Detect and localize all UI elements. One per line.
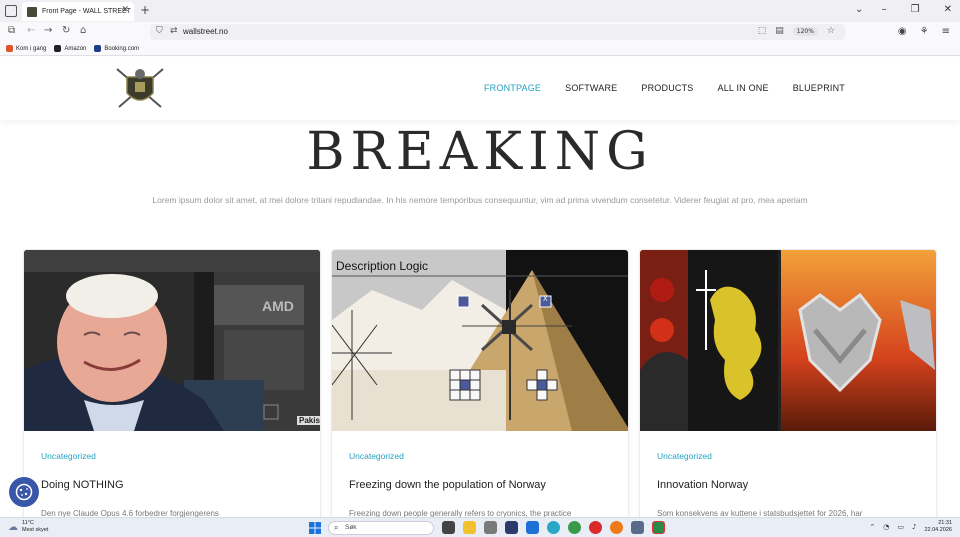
task-view-icon[interactable] <box>442 521 455 534</box>
post-image[interactable]: Description Logic X <box>332 250 628 431</box>
post-title[interactable]: Freezing down the population of Norway <box>349 479 546 491</box>
weather-widget[interactable]: ☁ 11°C Mest skyet <box>8 520 48 534</box>
cloud-icon: ☁ <box>8 521 18 533</box>
reader-view-icon[interactable]: ▤ <box>775 26 784 36</box>
clock[interactable]: 21:31 22.04.2026 <box>924 520 952 534</box>
minimize-icon[interactable]: – <box>882 4 887 15</box>
menu-icon[interactable]: ≡ <box>942 26 950 37</box>
shield-icon[interactable]: ⛉ <box>156 26 163 36</box>
url-text[interactable]: wallstreet.no <box>183 27 228 36</box>
weather-temp: 11°C <box>22 520 34 526</box>
edge-icon[interactable] <box>547 521 560 534</box>
bookmark-label: Kom i gang <box>16 45 47 52</box>
menu-item-blueprint[interactable]: BLUEPRINT <box>793 83 845 93</box>
cookie-settings-button[interactable] <box>9 477 39 507</box>
battery-icon[interactable]: ▭ <box>897 523 904 531</box>
browser-tab-bar: Front Page - WALL STREET ✕ + ⌄ – ❐ ✕ <box>0 0 960 22</box>
app-b-icon[interactable] <box>505 521 518 534</box>
zoom-level-badge[interactable]: 120% <box>792 26 818 36</box>
image-caption: Pakis <box>297 416 320 425</box>
dropbox-icon[interactable] <box>526 521 539 534</box>
opera-icon[interactable] <box>589 521 602 534</box>
maximize-icon[interactable]: ❐ <box>911 4 920 15</box>
home-icon[interactable]: ⌂ <box>80 25 86 36</box>
clock-date: 22.04.2026 <box>924 527 952 533</box>
menu-item-all-in-one[interactable]: ALL IN ONE <box>718 83 769 93</box>
bookmark-item[interactable]: Amazon <box>54 45 86 52</box>
hero-subtitle: Lorem ipsum dolor sit amet, at mei dolor… <box>152 195 808 205</box>
close-window-icon[interactable]: ✕ <box>944 4 952 15</box>
window-controls: – ❐ ✕ <box>882 4 952 15</box>
app-icon[interactable] <box>484 521 497 534</box>
browser-nav-bar: ⧉ ← → ↻ ⌂ ⛉ ⇄ wallstreet.no ⬚ ▤ 120% ☆ ◉… <box>0 22 960 42</box>
post-image[interactable] <box>640 250 936 431</box>
new-tab-icon[interactable]: + <box>140 3 150 17</box>
image-caption: AMD <box>262 298 294 314</box>
os-taskbar: ☁ 11°C Mest skyet ⌕ Søk ⌃ ◔ ▭ ♪ 21:31 22… <box>0 517 960 537</box>
system-tray: ⌃ ◔ ▭ ♪ 21:31 22.04.2026 <box>869 520 952 534</box>
post-title[interactable]: Innovation Norway <box>657 479 748 491</box>
firefox-icon[interactable] <box>610 521 623 534</box>
screenshot-icon[interactable]: ⬚ <box>758 26 767 36</box>
back-icon[interactable]: ← <box>27 25 35 36</box>
wifi-icon[interactable]: ◔ <box>883 523 889 531</box>
site-favicon-icon <box>27 6 37 17</box>
volume-icon[interactable]: ♪ <box>912 523 916 531</box>
post-card[interactable]: Description Logic X Uncategorized Freezi… <box>331 249 629 524</box>
tab-title: Front Page - WALL STREET <box>42 8 131 15</box>
menu-item-products[interactable]: PRODUCTS <box>641 83 693 93</box>
extensions-icon[interactable]: ⚘ <box>920 26 929 37</box>
bookmark-star-icon[interactable]: ☆ <box>827 26 835 36</box>
post-card[interactable]: Uncategorized Innovation Norway Som kons… <box>639 249 937 524</box>
menu-item-software[interactable]: SOFTWARE <box>565 83 617 93</box>
hero-title: BREAKING <box>306 122 654 182</box>
image-caption: Description Logic <box>336 259 429 273</box>
file-explorer-icon[interactable] <box>463 521 476 534</box>
site-logo[interactable] <box>113 65 167 111</box>
app-active-icon[interactable] <box>652 521 665 534</box>
bookmark-favicon-icon <box>6 45 13 52</box>
bookmark-item[interactable]: Booking.com <box>94 45 139 52</box>
address-bar[interactable]: ⛉ ⇄ wallstreet.no ⬚ ▤ 120% ☆ <box>150 24 845 40</box>
account-icon[interactable]: ◉ <box>898 26 907 37</box>
chrome-icon[interactable] <box>568 521 581 534</box>
post-category[interactable]: Uncategorized <box>349 451 404 461</box>
bookmark-label: Amazon <box>64 45 87 52</box>
reload-icon[interactable]: ↻ <box>62 25 70 36</box>
search-icon: ⌕ <box>334 523 339 532</box>
post-category[interactable]: Uncategorized <box>41 451 96 461</box>
close-tab-icon[interactable]: ✕ <box>121 5 129 15</box>
chevron-up-icon[interactable]: ⌃ <box>869 523 875 531</box>
sidebar-toggle-icon[interactable]: ⧉ <box>8 25 15 36</box>
chevron-down-icon[interactable]: ⌄ <box>855 4 863 15</box>
image-caption: X <box>543 296 548 303</box>
windows-start-icon[interactable] <box>309 522 321 534</box>
app-icon[interactable] <box>631 521 644 534</box>
clock-time: 21:31 <box>938 520 952 526</box>
main-menu: FRONTPAGE SOFTWARE PRODUCTS ALL IN ONE B… <box>484 83 845 93</box>
menu-item-frontpage[interactable]: FRONTPAGE <box>484 83 541 93</box>
bookmark-label: Booking.com <box>104 45 140 52</box>
bookmarks-bar: Kom i gang Amazon Booking.com <box>0 42 960 56</box>
booking-icon <box>94 45 102 52</box>
weather-desc: Mest skyet <box>22 527 49 533</box>
amazon-icon <box>54 45 62 52</box>
post-card[interactable]: AMD Pakis Uncategorized Doing NOTHING De… <box>23 249 321 524</box>
post-image[interactable]: AMD Pakis <box>24 250 320 431</box>
browser-tab[interactable]: Front Page - WALL STREET ✕ <box>22 2 134 21</box>
site-info-icon[interactable]: ⇄ <box>170 26 178 36</box>
cookie-icon <box>15 483 33 501</box>
post-title[interactable]: Doing NOTHING <box>41 479 124 491</box>
bookmark-item[interactable]: Kom i gang <box>6 45 46 52</box>
post-category[interactable]: Uncategorized <box>657 451 712 461</box>
tab-overview-icon[interactable] <box>5 5 17 17</box>
site-header: FRONTPAGE SOFTWARE PRODUCTS ALL IN ONE B… <box>0 57 960 120</box>
forward-icon[interactable]: → <box>44 25 52 36</box>
search-placeholder: Søk <box>345 524 357 531</box>
taskbar-search[interactable]: ⌕ Søk <box>328 521 434 535</box>
